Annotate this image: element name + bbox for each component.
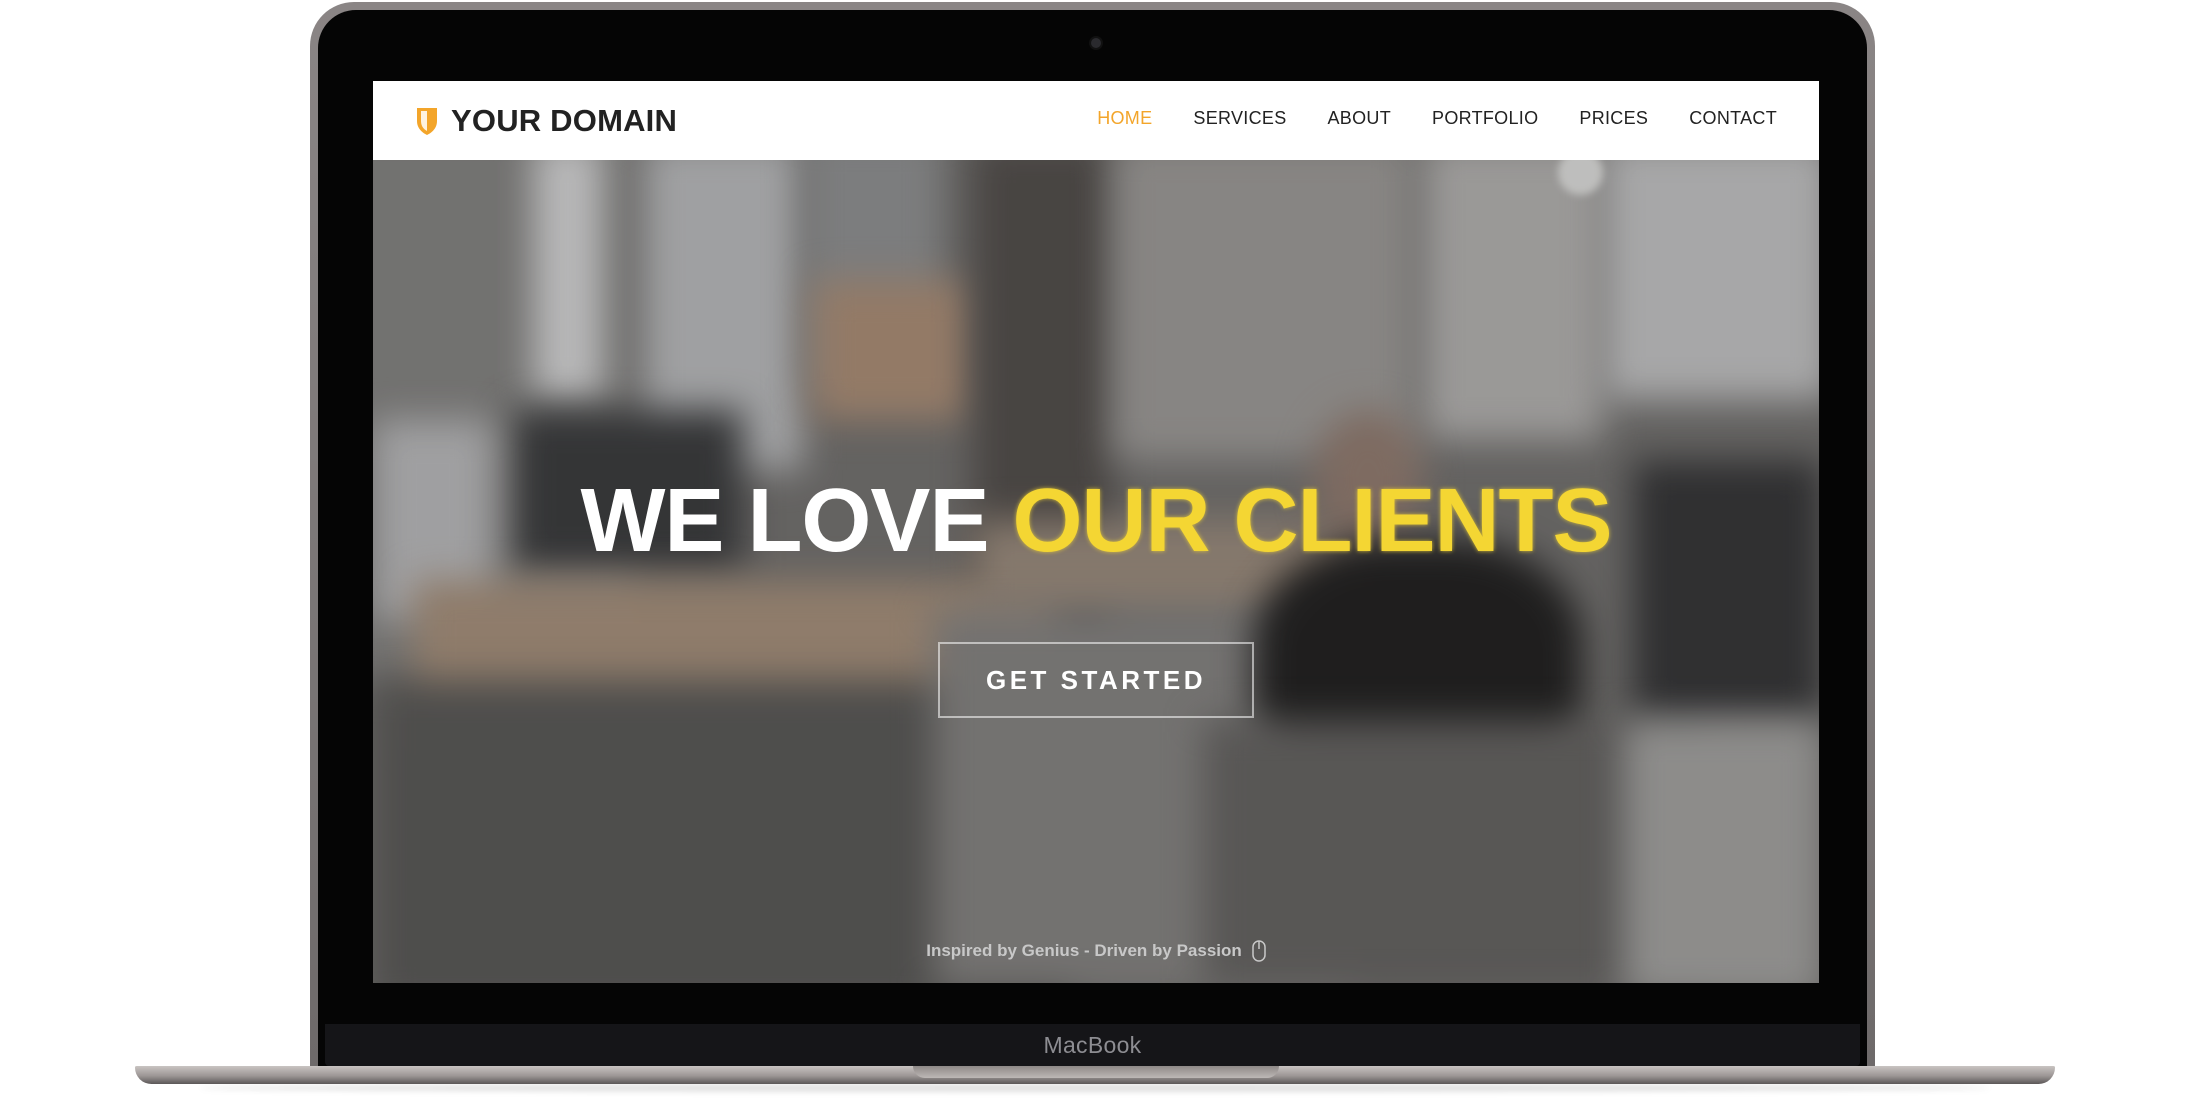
laptop-hinge-notch <box>913 1066 1279 1078</box>
main-nav: HOME SERVICES ABOUT PORTFOLIO PRICES CON… <box>1097 108 1777 129</box>
nav-services[interactable]: SERVICES <box>1193 108 1286 129</box>
mouse-icon[interactable] <box>1252 940 1266 962</box>
device-label: MacBook <box>1043 1032 1142 1058</box>
nav-prices[interactable]: PRICES <box>1579 108 1648 129</box>
camera-icon <box>1091 38 1101 48</box>
hero-section: WE LOVE OUR CLIENTS GET STARTED Inspired… <box>373 160 1819 983</box>
headline-white: WE LOVE <box>580 471 989 571</box>
hero-tagline: Inspired by Genius - Driven by Passion <box>926 941 1242 960</box>
nav-about[interactable]: ABOUT <box>1328 108 1392 129</box>
nav-portfolio[interactable]: PORTFOLIO <box>1432 108 1538 129</box>
laptop-chin: MacBook <box>325 1024 1860 1066</box>
site-navbar: YOUR DOMAIN HOME SERVICES ABOUT PORTFOLI… <box>373 81 1819 161</box>
headline-yellow: OUR CLIENTS <box>1012 471 1613 571</box>
brand-name: YOUR DOMAIN <box>451 103 678 138</box>
shield-icon <box>417 108 437 135</box>
laptop-shadow <box>200 1084 1990 1092</box>
brand-logo[interactable]: YOUR DOMAIN <box>415 101 677 141</box>
nav-contact[interactable]: CONTACT <box>1689 108 1777 129</box>
get-started-button[interactable]: GET STARTED <box>938 642 1254 718</box>
hero-headline: WE LOVE OUR CLIENTS <box>373 470 1819 573</box>
laptop-screen: YOUR DOMAIN HOME SERVICES ABOUT PORTFOLI… <box>373 81 1819 983</box>
hero-tagline-row: Inspired by Genius - Driven by Passion <box>373 940 1819 962</box>
device-mockup: YOUR DOMAIN HOME SERVICES ABOUT PORTFOLI… <box>0 0 2204 1104</box>
nav-home[interactable]: HOME <box>1097 108 1152 129</box>
